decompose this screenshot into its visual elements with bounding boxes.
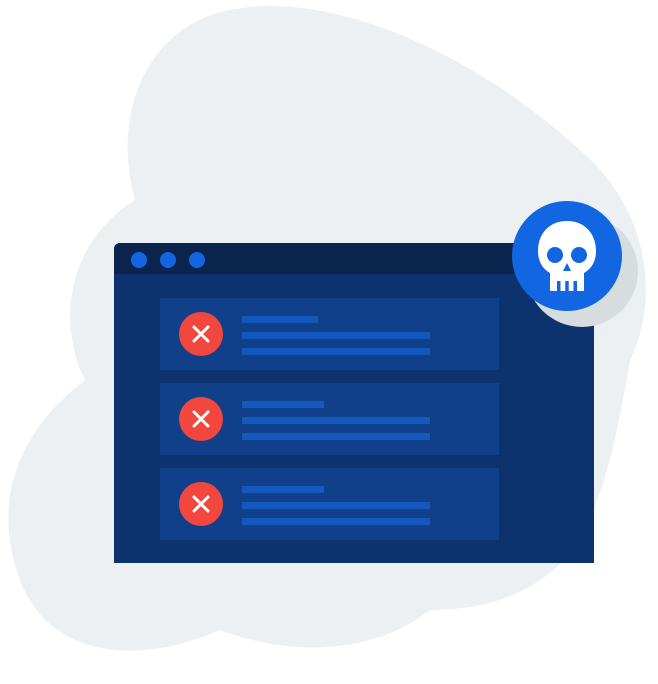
window-control-dot[interactable]	[189, 252, 205, 268]
x-circle-icon	[179, 482, 223, 526]
error-list-item	[160, 468, 499, 540]
x-circle-icon	[179, 397, 223, 441]
error-list-item	[160, 298, 499, 370]
window-control-dot[interactable]	[160, 252, 176, 268]
placeholder-title-line	[242, 316, 318, 323]
error-list-item	[160, 383, 499, 455]
skull-icon	[512, 201, 622, 311]
placeholder-text-line	[242, 433, 430, 440]
placeholder-title-line	[242, 486, 324, 493]
placeholder-title-line	[242, 401, 324, 408]
placeholder-text-line	[242, 502, 430, 509]
placeholder-text-line	[242, 348, 430, 355]
window-control-dot[interactable]	[131, 252, 147, 268]
placeholder-text-line	[242, 518, 430, 525]
placeholder-text-line	[242, 417, 430, 424]
placeholder-text-line	[242, 332, 430, 339]
x-circle-icon	[179, 312, 223, 356]
